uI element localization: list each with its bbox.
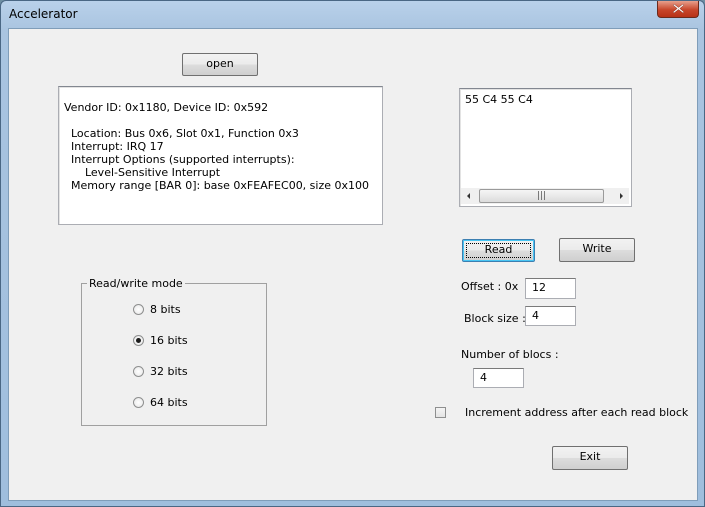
scroll-thumb[interactable]: ||| [479,189,604,203]
radio-8-bits-label: 8 bits [150,303,181,316]
offset-label: Offset : 0x [461,280,519,293]
device-info-line [64,114,369,127]
radio-64-bits-button[interactable] [133,397,144,408]
read-write-mode-legend: Read/write mode [87,277,185,290]
block-size-input[interactable]: 4 [525,306,576,326]
close-button[interactable] [657,1,699,18]
device-info-panel: Vendor ID: 0x1180, Device ID: 0x592 Loca… [58,86,383,225]
output-text: 55 C4 55 C4 [465,93,533,106]
radio-32-bits-label: 32 bits [150,365,188,378]
increment-checkbox[interactable] [435,407,446,418]
output-listbox[interactable]: 55 C4 55 C4 ||| [459,88,632,207]
radio-32-bits-button[interactable] [133,366,144,377]
dialog-client: open Vendor ID: 0x1180, Device ID: 0x592… [8,28,698,501]
radio-8-bits-button[interactable] [133,304,144,315]
radio-16-bits-label: 16 bits [150,334,188,347]
increment-label: Increment address after each read block [465,406,689,419]
arrow-right-icon [620,193,623,199]
scroll-left-button[interactable] [461,188,477,204]
close-icon [673,4,684,13]
block-size-label: Block size : [464,312,526,325]
device-info-line: Memory range [BAR 0]: base 0xFEAFEC00, s… [64,179,370,192]
read-button[interactable]: Read [462,239,535,262]
device-info-line: Interrupt: IRQ 17 [64,140,164,153]
title-bar[interactable]: Accelerator [1,1,704,27]
radio-selected-dot [136,338,141,343]
exit-button[interactable]: Exit [552,446,628,470]
arrow-left-icon [467,193,470,199]
window-title: Accelerator [9,7,78,21]
radio-16-bits-button[interactable] [133,335,144,346]
read-button-label: Read [484,243,513,256]
device-info-line: Interrupt Options (supported interrupts)… [64,153,295,166]
device-info-line: Vendor ID: 0x1180, Device ID: 0x592 [64,101,269,114]
read-write-mode-group: Read/write mode 8 bits 16 bits 32 bits 6… [81,277,267,426]
horizontal-scrollbar[interactable]: ||| [461,188,629,204]
number-of-blocs-input[interactable]: 4 [473,368,524,388]
radio-64-bits-label: 64 bits [150,396,188,409]
number-of-blocs-label: Number of blocs : [461,348,559,361]
device-info-text: Vendor ID: 0x1180, Device ID: 0x592 Loca… [64,101,369,192]
offset-input[interactable]: 12 [525,278,576,299]
scroll-right-button[interactable] [613,188,629,204]
write-button[interactable]: Write [559,238,635,262]
device-info-line: Location: Bus 0x6, Slot 0x1, Function 0x… [64,127,299,140]
open-button[interactable]: open [182,53,258,76]
app-window: Accelerator open Vendor ID: 0x1180, Devi… [0,0,705,507]
device-info-line: Level-Sensitive Interrupt [64,166,221,179]
